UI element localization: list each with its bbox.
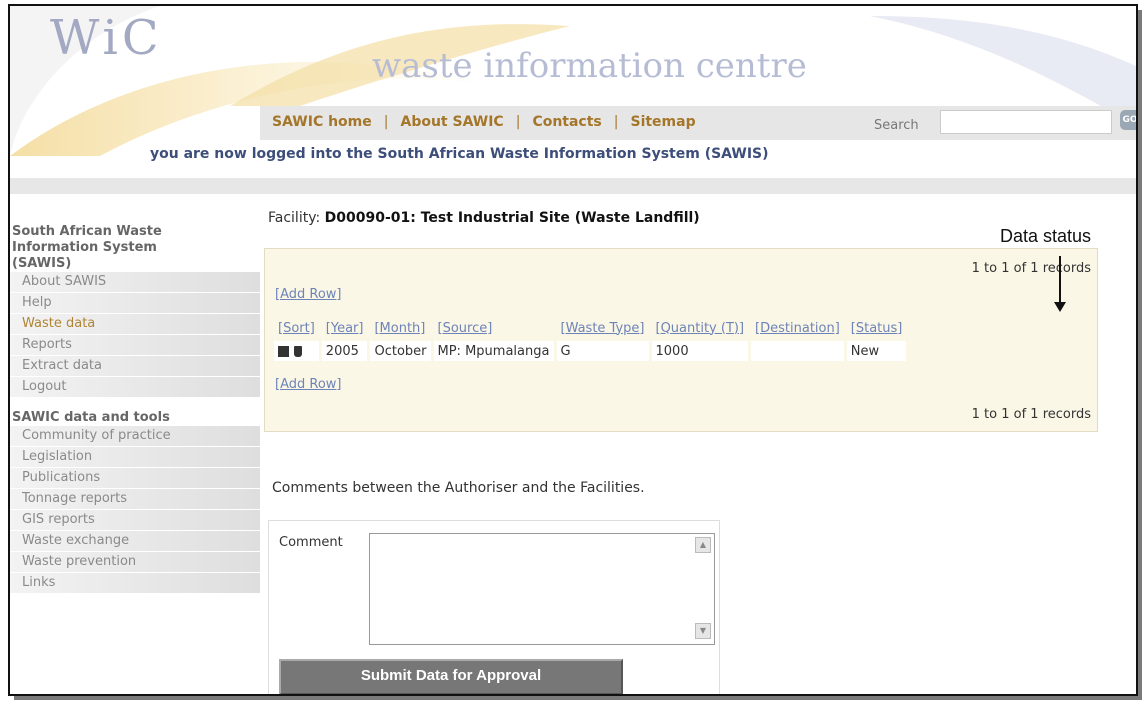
annotation-arrow-line bbox=[1059, 256, 1061, 304]
scroll-down-arrow-icon[interactable]: ▼ bbox=[695, 623, 711, 639]
sidebar-item-logout[interactable]: Logout bbox=[10, 377, 260, 398]
waste-data-table: [Sort] [Year] [Month] [Source] [Waste Ty… bbox=[271, 315, 909, 364]
add-row-link-bottom[interactable]: [Add Row] bbox=[275, 377, 341, 392]
sidebar-item-tonnage-reports[interactable]: Tonnage reports bbox=[10, 489, 260, 510]
table-header-row: [Sort] [Year] [Month] [Source] [Waste Ty… bbox=[274, 318, 906, 338]
table-row: 2005 October MP: Mpumalanga G 1000 New bbox=[274, 341, 907, 361]
nav-sawic-home[interactable]: SAWIC home bbox=[272, 114, 372, 130]
comment-textarea[interactable] bbox=[369, 533, 715, 645]
submit-for-approval-button[interactable]: Submit Data for Approval bbox=[279, 659, 623, 694]
nav-contacts[interactable]: Contacts bbox=[532, 114, 601, 130]
sidebar-item-links[interactable]: Links bbox=[10, 573, 260, 594]
pager-bottom: 1 to 1 of 1 records bbox=[971, 407, 1091, 422]
column-header-year[interactable]: [Year] bbox=[322, 318, 368, 338]
facility-label: Facility: bbox=[268, 210, 321, 226]
column-header-month[interactable]: [Month] bbox=[370, 318, 430, 338]
sidebar-item-community-of-practice[interactable]: Community of practice bbox=[10, 426, 260, 447]
column-header-status[interactable]: [Status] bbox=[847, 318, 907, 338]
comments-intro: Comments between the Authoriser and the … bbox=[272, 480, 645, 496]
sidebar-title-line: (SAWIS) bbox=[12, 256, 72, 271]
column-header-waste-type[interactable]: [Waste Type] bbox=[557, 318, 649, 338]
wic-logo[interactable]: WiC bbox=[50, 10, 163, 66]
sidebar: South African Waste Information System (… bbox=[10, 224, 260, 594]
nav-separator: | bbox=[515, 114, 521, 130]
cell-source: MP: Mpumalanga bbox=[433, 341, 554, 361]
trash-icon[interactable] bbox=[294, 345, 302, 357]
sidebar-title-line: South African Waste bbox=[12, 224, 162, 239]
nav-separator: | bbox=[383, 114, 389, 130]
cell-month: October bbox=[370, 341, 431, 361]
data-status-annotation: Data status bbox=[994, 226, 1098, 247]
nav-sitemap[interactable]: Sitemap bbox=[630, 114, 695, 130]
search-input[interactable] bbox=[940, 110, 1112, 134]
nav-about-sawic[interactable]: About SAWIC bbox=[400, 114, 503, 130]
sidebar-item-reports[interactable]: Reports bbox=[10, 335, 260, 356]
cell-status: New bbox=[846, 341, 907, 361]
waste-data-grid: 1 to 1 of 1 records [Add Row] [Sort] [Ye… bbox=[264, 248, 1098, 432]
site-header: WiC waste information centre SAWIC home |… bbox=[10, 6, 1136, 206]
sidebar-item-legislation[interactable]: Legislation bbox=[10, 447, 260, 468]
sidebar-item-waste-exchange[interactable]: Waste exchange bbox=[10, 531, 260, 552]
pager-top: 1 to 1 of 1 records bbox=[971, 261, 1091, 276]
search-label: Search bbox=[874, 118, 919, 133]
sidebar-title-line: Information System bbox=[12, 240, 157, 255]
sidebar-item-gis-reports[interactable]: GIS reports bbox=[10, 510, 260, 531]
screenshot-frame: WiC waste information centre SAWIC home |… bbox=[8, 4, 1138, 696]
cell-waste-type: G bbox=[556, 341, 649, 361]
edit-icon[interactable] bbox=[278, 345, 289, 357]
header-divider-strip bbox=[10, 178, 1136, 194]
sidebar-item-help[interactable]: Help bbox=[10, 293, 260, 314]
login-status-message: you are now logged into the South Africa… bbox=[150, 146, 769, 162]
site-title: waste information centre bbox=[372, 46, 807, 86]
column-header-sort[interactable]: [Sort] bbox=[274, 318, 319, 338]
column-header-source[interactable]: [Source] bbox=[434, 318, 554, 338]
sidebar-section-sawis-title: South African Waste Information System (… bbox=[10, 224, 260, 272]
scroll-up-arrow-icon[interactable]: ▲ bbox=[695, 537, 711, 553]
search-go-button[interactable]: GO bbox=[1120, 110, 1136, 130]
cell-quantity: 1000 bbox=[651, 341, 749, 361]
facility-heading: Facility: D00090-01: Test Industrial Sit… bbox=[268, 210, 700, 226]
top-nav: SAWIC home | About SAWIC | Contacts | Sitemap bbox=[272, 114, 696, 130]
column-header-destination[interactable]: [Destination] bbox=[751, 318, 844, 338]
sidebar-item-about-sawis[interactable]: About SAWIS bbox=[10, 272, 260, 293]
cell-year: 2005 bbox=[321, 341, 368, 361]
sidebar-section-tools-title: SAWIC data and tools bbox=[12, 410, 170, 425]
cell-destination bbox=[751, 341, 844, 361]
nav-separator: | bbox=[613, 114, 619, 130]
facility-name: D00090-01: Test Industrial Site (Waste L… bbox=[324, 210, 700, 226]
sidebar-item-extract-data[interactable]: Extract data bbox=[10, 356, 260, 377]
comment-label: Comment bbox=[279, 535, 343, 550]
sidebar-item-waste-data[interactable]: Waste data bbox=[10, 314, 260, 335]
comment-form: Comment ▲ ▼ Submit Data for Approval bbox=[268, 520, 720, 694]
add-row-link-top[interactable]: [Add Row] bbox=[275, 287, 341, 302]
annotation-arrow-head bbox=[1054, 302, 1066, 312]
row-actions bbox=[274, 341, 319, 361]
sidebar-item-waste-prevention[interactable]: Waste prevention bbox=[10, 552, 260, 573]
column-header-quantity[interactable]: [Quantity (T)] bbox=[652, 318, 749, 338]
sidebar-item-publications[interactable]: Publications bbox=[10, 468, 260, 489]
